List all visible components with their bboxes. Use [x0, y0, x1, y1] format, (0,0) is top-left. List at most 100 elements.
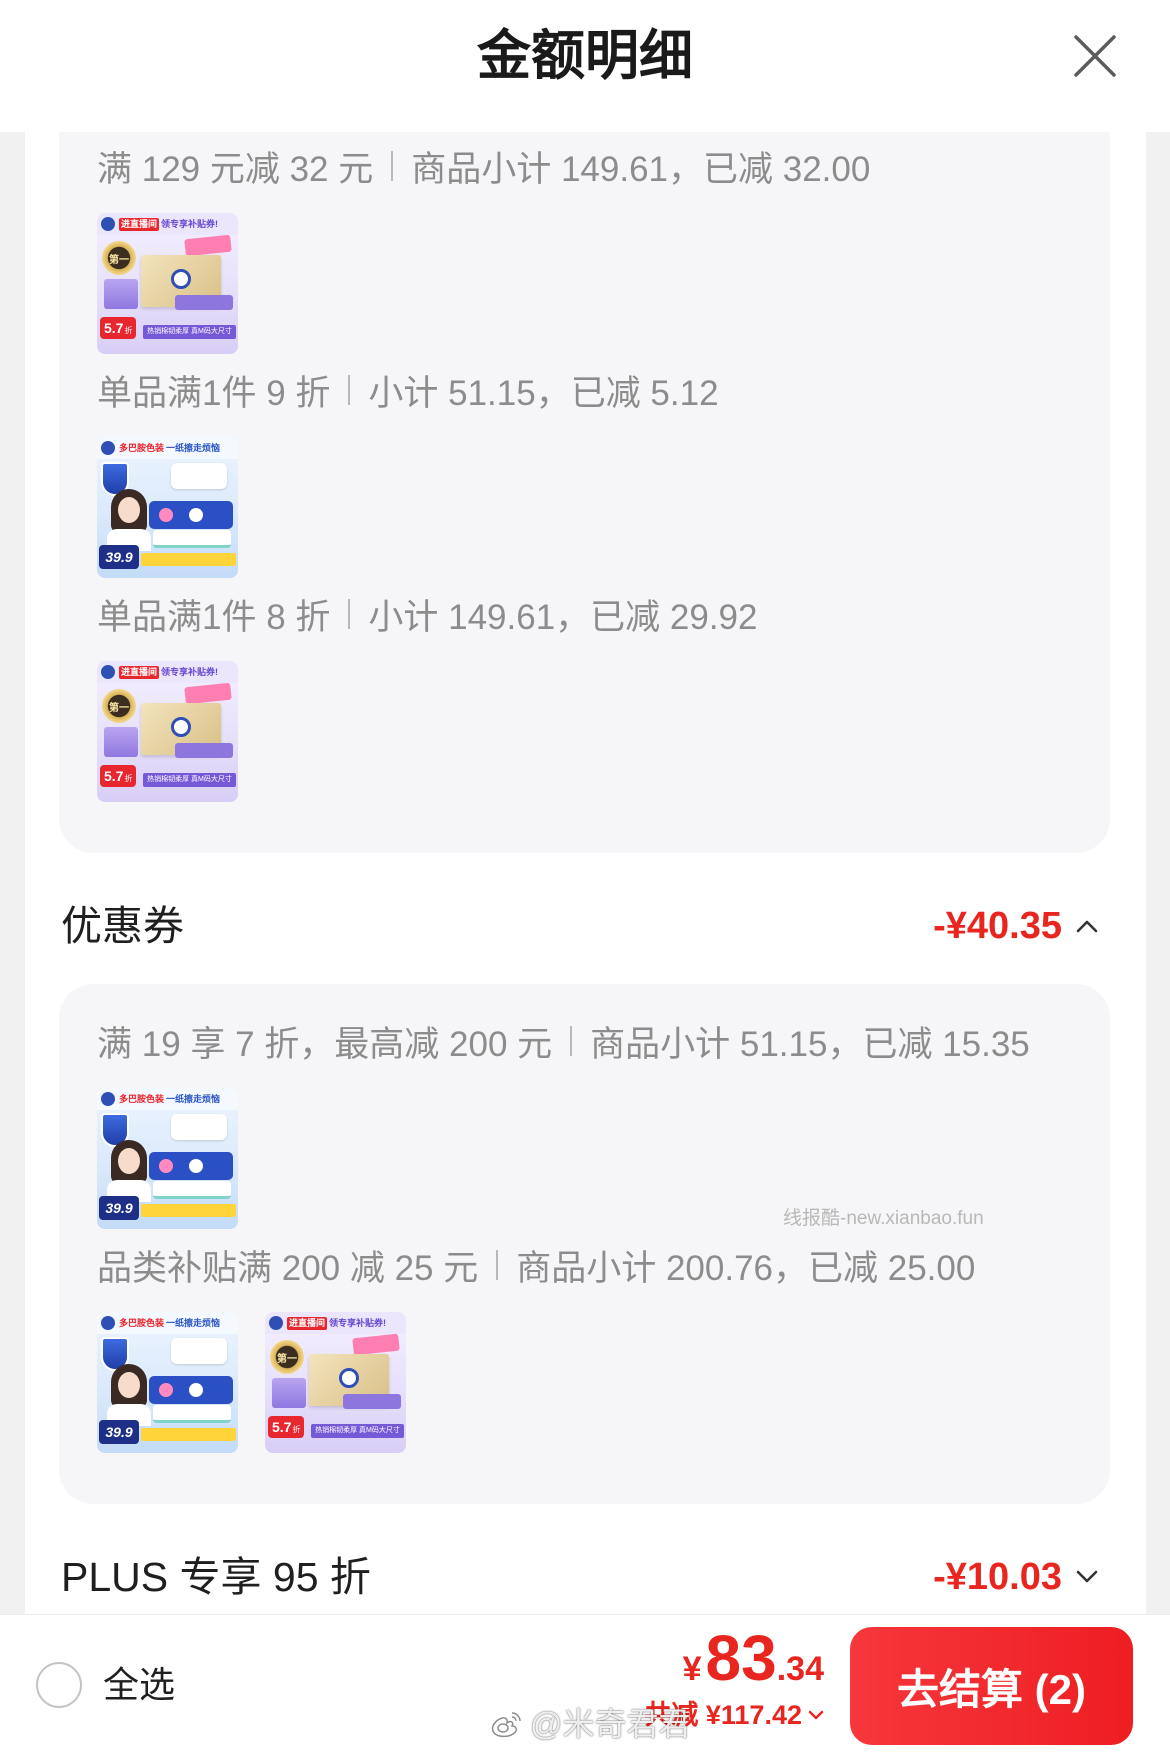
- chevron-up-icon[interactable]: [1076, 919, 1098, 933]
- rank-badge: 第一: [102, 689, 136, 723]
- brand-logo-icon: [339, 1368, 359, 1388]
- separator: [348, 375, 351, 405]
- product-thumbnail: 进直播间 领专享补贴券! 第一 5.7 折 热销棉韧柔厚 真M码大尺寸: [97, 661, 238, 802]
- wipes-pack: [149, 1152, 233, 1180]
- brand-logo-icon: [101, 441, 115, 455]
- discount-badge: 5.7 折: [268, 1416, 305, 1438]
- model-face: [118, 1148, 140, 1174]
- banner-tag: 多巴胺色装: [119, 1093, 165, 1104]
- promotion-card: 满 129 元减 32 元 商品小计 149.61，已减 32.00 进直播间 …: [59, 132, 1110, 853]
- promo-strip: [141, 1428, 236, 1441]
- tissue-pack-strip: [343, 1394, 401, 1409]
- product-thumbnails: 进直播间 领专享补贴券! 第一 5.7 折 热销棉韧柔厚 真M码大尺寸: [97, 213, 1072, 354]
- product-thumbnail: 多巴胺色装 一纸擦走烦恼 39.9: [97, 437, 238, 578]
- detail-scroll-area[interactable]: 满 129 元减 32 元 商品小计 149.61，已减 32.00 进直播间 …: [25, 132, 1146, 1614]
- banner-tag: 进直播间: [119, 217, 160, 231]
- tissue-pack-strip: [175, 743, 233, 758]
- weibo-watermark: @米奇君君: [488, 1704, 691, 1744]
- select-all-radio[interactable]: [36, 1662, 82, 1708]
- wipes-pack: [153, 530, 231, 548]
- coupon-rule: 品类补贴满 200 减 25 元 商品小计 200.76，已减 25.00: [97, 1243, 1072, 1288]
- rule-text: 满 19 享 7 折，最高减 200 元: [97, 1024, 553, 1064]
- product-slogan: 热销棉韧柔厚 真M码大尺寸: [143, 773, 236, 787]
- wipes-pack: [149, 1376, 233, 1404]
- rule-text: 满 129 元减 32 元: [97, 149, 374, 189]
- promotion-rule: 满 129 元减 32 元 商品小计 149.61，已减 32.00: [97, 144, 1072, 189]
- rank-badge: 第一: [270, 1340, 304, 1374]
- separator: [391, 151, 394, 181]
- brand-logo-icon: [101, 1092, 115, 1106]
- banner-tag: 多巴胺色装: [119, 1317, 165, 1328]
- banner-text: 一纸擦走烦恼: [166, 442, 221, 453]
- rule-text: 品类补贴满 200 减 25 元: [97, 1248, 479, 1288]
- close-icon[interactable]: [1071, 32, 1119, 80]
- model-face: [118, 497, 140, 523]
- weibo-watermark-text: @米奇君君: [530, 1706, 691, 1742]
- separator: [348, 599, 351, 629]
- amount-detail-sheet: 金额明细 满 129 元减 32 元 商品小计 149.61，已减 32.00 …: [0, 0, 1170, 1754]
- discount-badge: 5.7 折: [100, 765, 137, 787]
- tissue-pack-strip: [175, 295, 233, 310]
- promo-strip: [141, 1204, 236, 1217]
- discount-value: 5.7: [272, 1419, 292, 1435]
- brand-logo-icon: [101, 1316, 115, 1330]
- wipes-pack: [171, 1338, 227, 1364]
- promo-banner: 进直播间 领专享补贴券!: [265, 1312, 406, 1334]
- promo-banner: 多巴胺色装 一纸擦走烦恼: [97, 1312, 238, 1334]
- promo-banner: 进直播间 领专享补贴券!: [97, 213, 238, 235]
- banner-tag: 进直播间: [287, 1316, 328, 1330]
- rank-badge-label: 第一: [277, 1353, 297, 1365]
- banner-text: 一纸擦走烦恼: [166, 1093, 221, 1104]
- product-thumbnail: 多巴胺色装 一纸擦走烦恼 39.9: [97, 1088, 238, 1229]
- checkout-button[interactable]: 去结算 (2): [850, 1627, 1133, 1745]
- discount-unit: 折: [124, 326, 133, 335]
- brand-logo-icon: [101, 665, 115, 679]
- pack-dot: [189, 1383, 203, 1397]
- plus-discount-amount: -¥10.03: [933, 1555, 1062, 1598]
- discount-value: 5.7: [104, 768, 124, 784]
- discount-unit: 折: [292, 1425, 301, 1434]
- banner-tag: 多巴胺色装: [119, 442, 165, 453]
- plus-section-toggle[interactable]: PLUS 专享 95 折 -¥10.03: [61, 1547, 1098, 1607]
- plus-section-label: PLUS 专享 95 折: [61, 1554, 371, 1600]
- product-price: 39.9: [99, 1420, 139, 1444]
- coupon-section-toggle[interactable]: 优惠券 -¥40.35: [61, 896, 1098, 956]
- discount-badge: 5.7 折: [100, 317, 137, 339]
- total-price-integer: 83: [705, 1622, 777, 1694]
- brand-logo-icon: [171, 717, 191, 737]
- select-all-label[interactable]: 全选: [103, 1663, 175, 1707]
- brand-logo-icon: [101, 217, 115, 231]
- rule-detail: 小计 51.15，已减 5.12: [368, 373, 719, 413]
- promo-banner: 多巴胺色装 一纸擦走烦恼: [97, 437, 238, 459]
- separator: [496, 1250, 499, 1280]
- chevron-down-icon[interactable]: [1076, 1570, 1098, 1584]
- coupon-discount-amount: -¥40.35: [933, 904, 1062, 947]
- rank-badge-label: 第一: [109, 254, 129, 266]
- model-face: [118, 1372, 140, 1398]
- rule-text: 单品满1件 8 折: [97, 597, 331, 637]
- plus-section-summary: -¥10.03: [933, 1556, 1098, 1599]
- rank-badge: 第一: [102, 241, 136, 275]
- total-price-decimal: .34: [776, 1650, 824, 1688]
- wipes-pack: [153, 1405, 231, 1423]
- currency-symbol: ¥: [682, 1650, 702, 1688]
- product-slogan: 热销棉韧柔厚 真M码大尺寸: [311, 1424, 404, 1438]
- promo-banner: 进直播间 领专享补贴券!: [97, 661, 238, 683]
- promotion-rule: 单品满1件 8 折 小计 149.61，已减 29.92: [97, 592, 1072, 637]
- site-watermark: 线报酷-new.xianbao.fun: [783, 1208, 984, 1229]
- rule-text: 单品满1件 9 折: [97, 373, 331, 413]
- pack-dot: [159, 1383, 173, 1397]
- wipes-pack: [171, 463, 227, 489]
- product-thumbnail: 进直播间 领专享补贴券! 第一 5.7 折 热销棉韧柔厚 真M码大尺寸: [265, 1312, 406, 1453]
- size-tag: [352, 1333, 400, 1356]
- rank-badge-label: 第一: [109, 702, 129, 714]
- separator: [570, 1026, 573, 1056]
- product-thumbnails: 多巴胺色装 一纸擦走烦恼 39.9 进直播间 领专享补贴券! 第一 5.7 折 热…: [97, 1312, 1072, 1453]
- rule-detail: 小计 149.61，已减 29.92: [368, 597, 758, 637]
- product-thumbnail: 进直播间 领专享补贴券! 第一 5.7 折 热销棉韧柔厚 真M码大尺寸: [97, 213, 238, 354]
- rule-detail: 商品小计 149.61，已减 32.00: [411, 149, 871, 189]
- brand-logo-icon: [269, 1316, 283, 1330]
- discount-unit: 折: [124, 774, 133, 783]
- coupon-rule: 满 19 享 7 折，最高减 200 元 商品小计 51.15，已减 15.35: [97, 1019, 1072, 1064]
- coupon-card: 满 19 享 7 折，最高减 200 元 商品小计 51.15，已减 15.35…: [59, 984, 1110, 1504]
